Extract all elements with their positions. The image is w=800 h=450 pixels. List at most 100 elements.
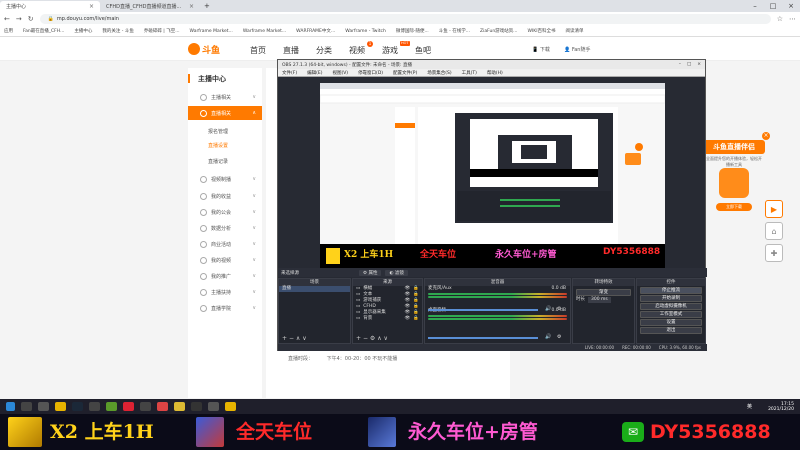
mixer-ch2-speaker-icon[interactable]: 🔊: [545, 334, 551, 340]
bookmark-item[interactable]: WIKI百科全书: [527, 28, 555, 34]
bookmark-item[interactable]: WARFRAME中文...: [296, 28, 335, 34]
sidebar-item[interactable]: 主播扶持 ∨: [188, 285, 262, 299]
sidebar-item[interactable]: 直播相关 ∧: [188, 106, 262, 120]
star-icon[interactable]: ☆: [777, 15, 783, 23]
remove-source-icon[interactable]: −: [363, 335, 368, 342]
browser-tab[interactable]: CFHD直播_CFHD直播频道直播... ×: [100, 1, 200, 12]
transition-select[interactable]: 渐变: [576, 289, 631, 296]
mixer-ch1-gear-icon[interactable]: ⚙: [557, 306, 561, 312]
sidebar-item[interactable]: 商业活动 ∨: [188, 237, 262, 251]
sidebar-item[interactable]: 报名管理: [188, 124, 262, 138]
bookmark-item[interactable]: Warframe Market...: [243, 29, 286, 34]
obs-minimize-icon[interactable]: –: [679, 62, 681, 67]
play-float-icon[interactable]: ▶: [765, 200, 783, 218]
app-icon-g[interactable]: [89, 402, 100, 411]
mixer-ch1-slider[interactable]: [428, 309, 538, 311]
add-scene-icon[interactable]: +: [282, 335, 287, 342]
obs-taskbar-icon[interactable]: [191, 402, 202, 411]
source-settings-icon[interactable]: ⚙: [370, 335, 375, 342]
obs-menu-item[interactable]: 编辑(E): [307, 70, 322, 76]
back-icon[interactable]: ←: [4, 15, 10, 23]
bookmark-item[interactable]: Fan最在直播_CFH...: [23, 28, 64, 34]
app-icon-green[interactable]: [106, 402, 117, 411]
obs-menu-item[interactable]: 视图(V): [332, 70, 348, 76]
sidebar-item[interactable]: 直播学院 ∨: [188, 301, 262, 315]
app-icon-yellow[interactable]: [225, 402, 236, 411]
douyu-logo[interactable]: 斗鱼: [188, 42, 232, 56]
browser-tab-active[interactable]: 主播中心 ×: [0, 1, 100, 12]
obs-menu-item[interactable]: 帮助(H): [487, 70, 503, 76]
bookmark-item[interactable]: ZiaFun游戏站资...: [480, 28, 517, 34]
app-icon-red[interactable]: [123, 402, 134, 411]
bookmark-item[interactable]: Warframe - Twitch: [345, 29, 386, 34]
forward-icon[interactable]: →: [16, 15, 22, 23]
sidebar-item[interactable]: 视频制播 ∨: [188, 172, 262, 186]
download-link[interactable]: 📱 下载: [532, 46, 550, 53]
scene-up-icon[interactable]: ∧: [296, 335, 300, 342]
source-up-icon[interactable]: ∧: [377, 335, 381, 342]
mixer-ch2-slider[interactable]: [428, 337, 538, 339]
system-tray[interactable]: 17:15 2021/12/20: [768, 399, 794, 414]
obs-menu-item[interactable]: 配置文件(P): [393, 70, 417, 76]
obs-menu-item[interactable]: 场景集合(S): [427, 70, 451, 76]
nav-video[interactable]: 视频: [349, 45, 365, 56]
lock-icon[interactable]: 🔒: [413, 316, 419, 322]
obs-control-button[interactable]: 工作室模式: [640, 311, 702, 318]
close-tab-icon[interactable]: ×: [189, 3, 194, 10]
url-input[interactable]: 🔒 mp.douyu.com/live/main: [39, 14, 771, 24]
steam-icon[interactable]: [72, 402, 83, 411]
bookmark-item[interactable]: 我的关注 - 斗鱼: [102, 28, 133, 34]
sidebar-item[interactable]: 数据分析 ∨: [188, 221, 262, 235]
close-icon[interactable]: ×: [782, 0, 800, 12]
obs-preview[interactable]: [320, 83, 665, 268]
home-float-icon[interactable]: ⌂: [765, 222, 783, 240]
maximize-icon[interactable]: □: [764, 0, 782, 12]
source-down-icon[interactable]: ∨: [384, 335, 388, 342]
file-explorer-icon[interactable]: [55, 402, 66, 411]
chrome-icon[interactable]: [174, 402, 185, 411]
new-tab-icon[interactable]: +: [204, 2, 210, 10]
windows-start-icon[interactable]: [6, 402, 15, 411]
app-icon-red-2[interactable]: [157, 402, 168, 411]
nav-live[interactable]: 直播: [283, 45, 299, 56]
sidebar-item[interactable]: 直播记录: [188, 154, 262, 168]
obs-menu-item[interactable]: 停靠窗口(D): [358, 70, 383, 76]
scene-down-icon[interactable]: ∨: [302, 335, 306, 342]
source-item[interactable]: ▭ 背景 👁 🔒: [353, 316, 422, 322]
properties-button[interactable]: ⚙ 属性: [359, 269, 382, 276]
obs-control-button[interactable]: 开始录制: [640, 295, 702, 302]
filters-button[interactable]: ◐ 滤镜: [385, 269, 408, 276]
mixer-ch2-gear-icon[interactable]: ⚙: [557, 334, 561, 340]
bookmark-item[interactable]: 微博国际-随便...: [396, 28, 429, 34]
ime-indicator[interactable]: 英: [747, 403, 752, 410]
bookmark-item[interactable]: 主播中心: [74, 28, 92, 34]
bookmark-item[interactable]: 应用: [4, 28, 13, 34]
bookmark-item[interactable]: 阅读清单: [566, 28, 584, 34]
sidebar-item[interactable]: 直播设置: [188, 138, 262, 152]
scene-item[interactable]: 直播: [279, 286, 350, 292]
extensions-icon[interactable]: ⋯: [789, 15, 796, 23]
nav-category[interactable]: 分类: [316, 45, 332, 56]
app-icon-grey[interactable]: [208, 402, 219, 411]
sidebar-item[interactable]: 我的视频 ∨: [188, 253, 262, 267]
obs-control-button[interactable]: 启动虚拟摄像机: [640, 303, 702, 310]
transition-duration-input[interactable]: 300 ms: [588, 297, 611, 303]
bookmark-item[interactable]: 乔碰碎碎 | 飞空...: [144, 28, 180, 34]
task-view-icon[interactable]: [38, 402, 49, 411]
nav-game[interactable]: 游戏: [382, 45, 398, 56]
promo-download-button[interactable]: 立即下载: [716, 203, 752, 211]
obs-control-button[interactable]: 退出: [640, 327, 702, 334]
add-source-icon[interactable]: +: [356, 335, 361, 342]
visibility-eye-icon[interactable]: 👁: [405, 316, 411, 322]
obs-control-button[interactable]: 设置: [640, 319, 702, 326]
remove-scene-icon[interactable]: −: [289, 335, 294, 342]
nav-home[interactable]: 首页: [250, 45, 266, 56]
bookmark-item[interactable]: Warframe Market...: [190, 29, 233, 34]
close-tab-icon[interactable]: ×: [89, 3, 94, 10]
nav-yuba[interactable]: 鱼吧: [415, 45, 431, 56]
mixer-ch1-speaker-icon[interactable]: 🔊: [545, 306, 551, 312]
bookmark-item[interactable]: 斗鱼 - 在线学...: [439, 28, 470, 34]
obs-close-icon[interactable]: ×: [697, 62, 701, 67]
promo-close-icon[interactable]: ×: [762, 132, 770, 140]
sidebar-item[interactable]: 主播相关 ∨: [188, 90, 262, 104]
